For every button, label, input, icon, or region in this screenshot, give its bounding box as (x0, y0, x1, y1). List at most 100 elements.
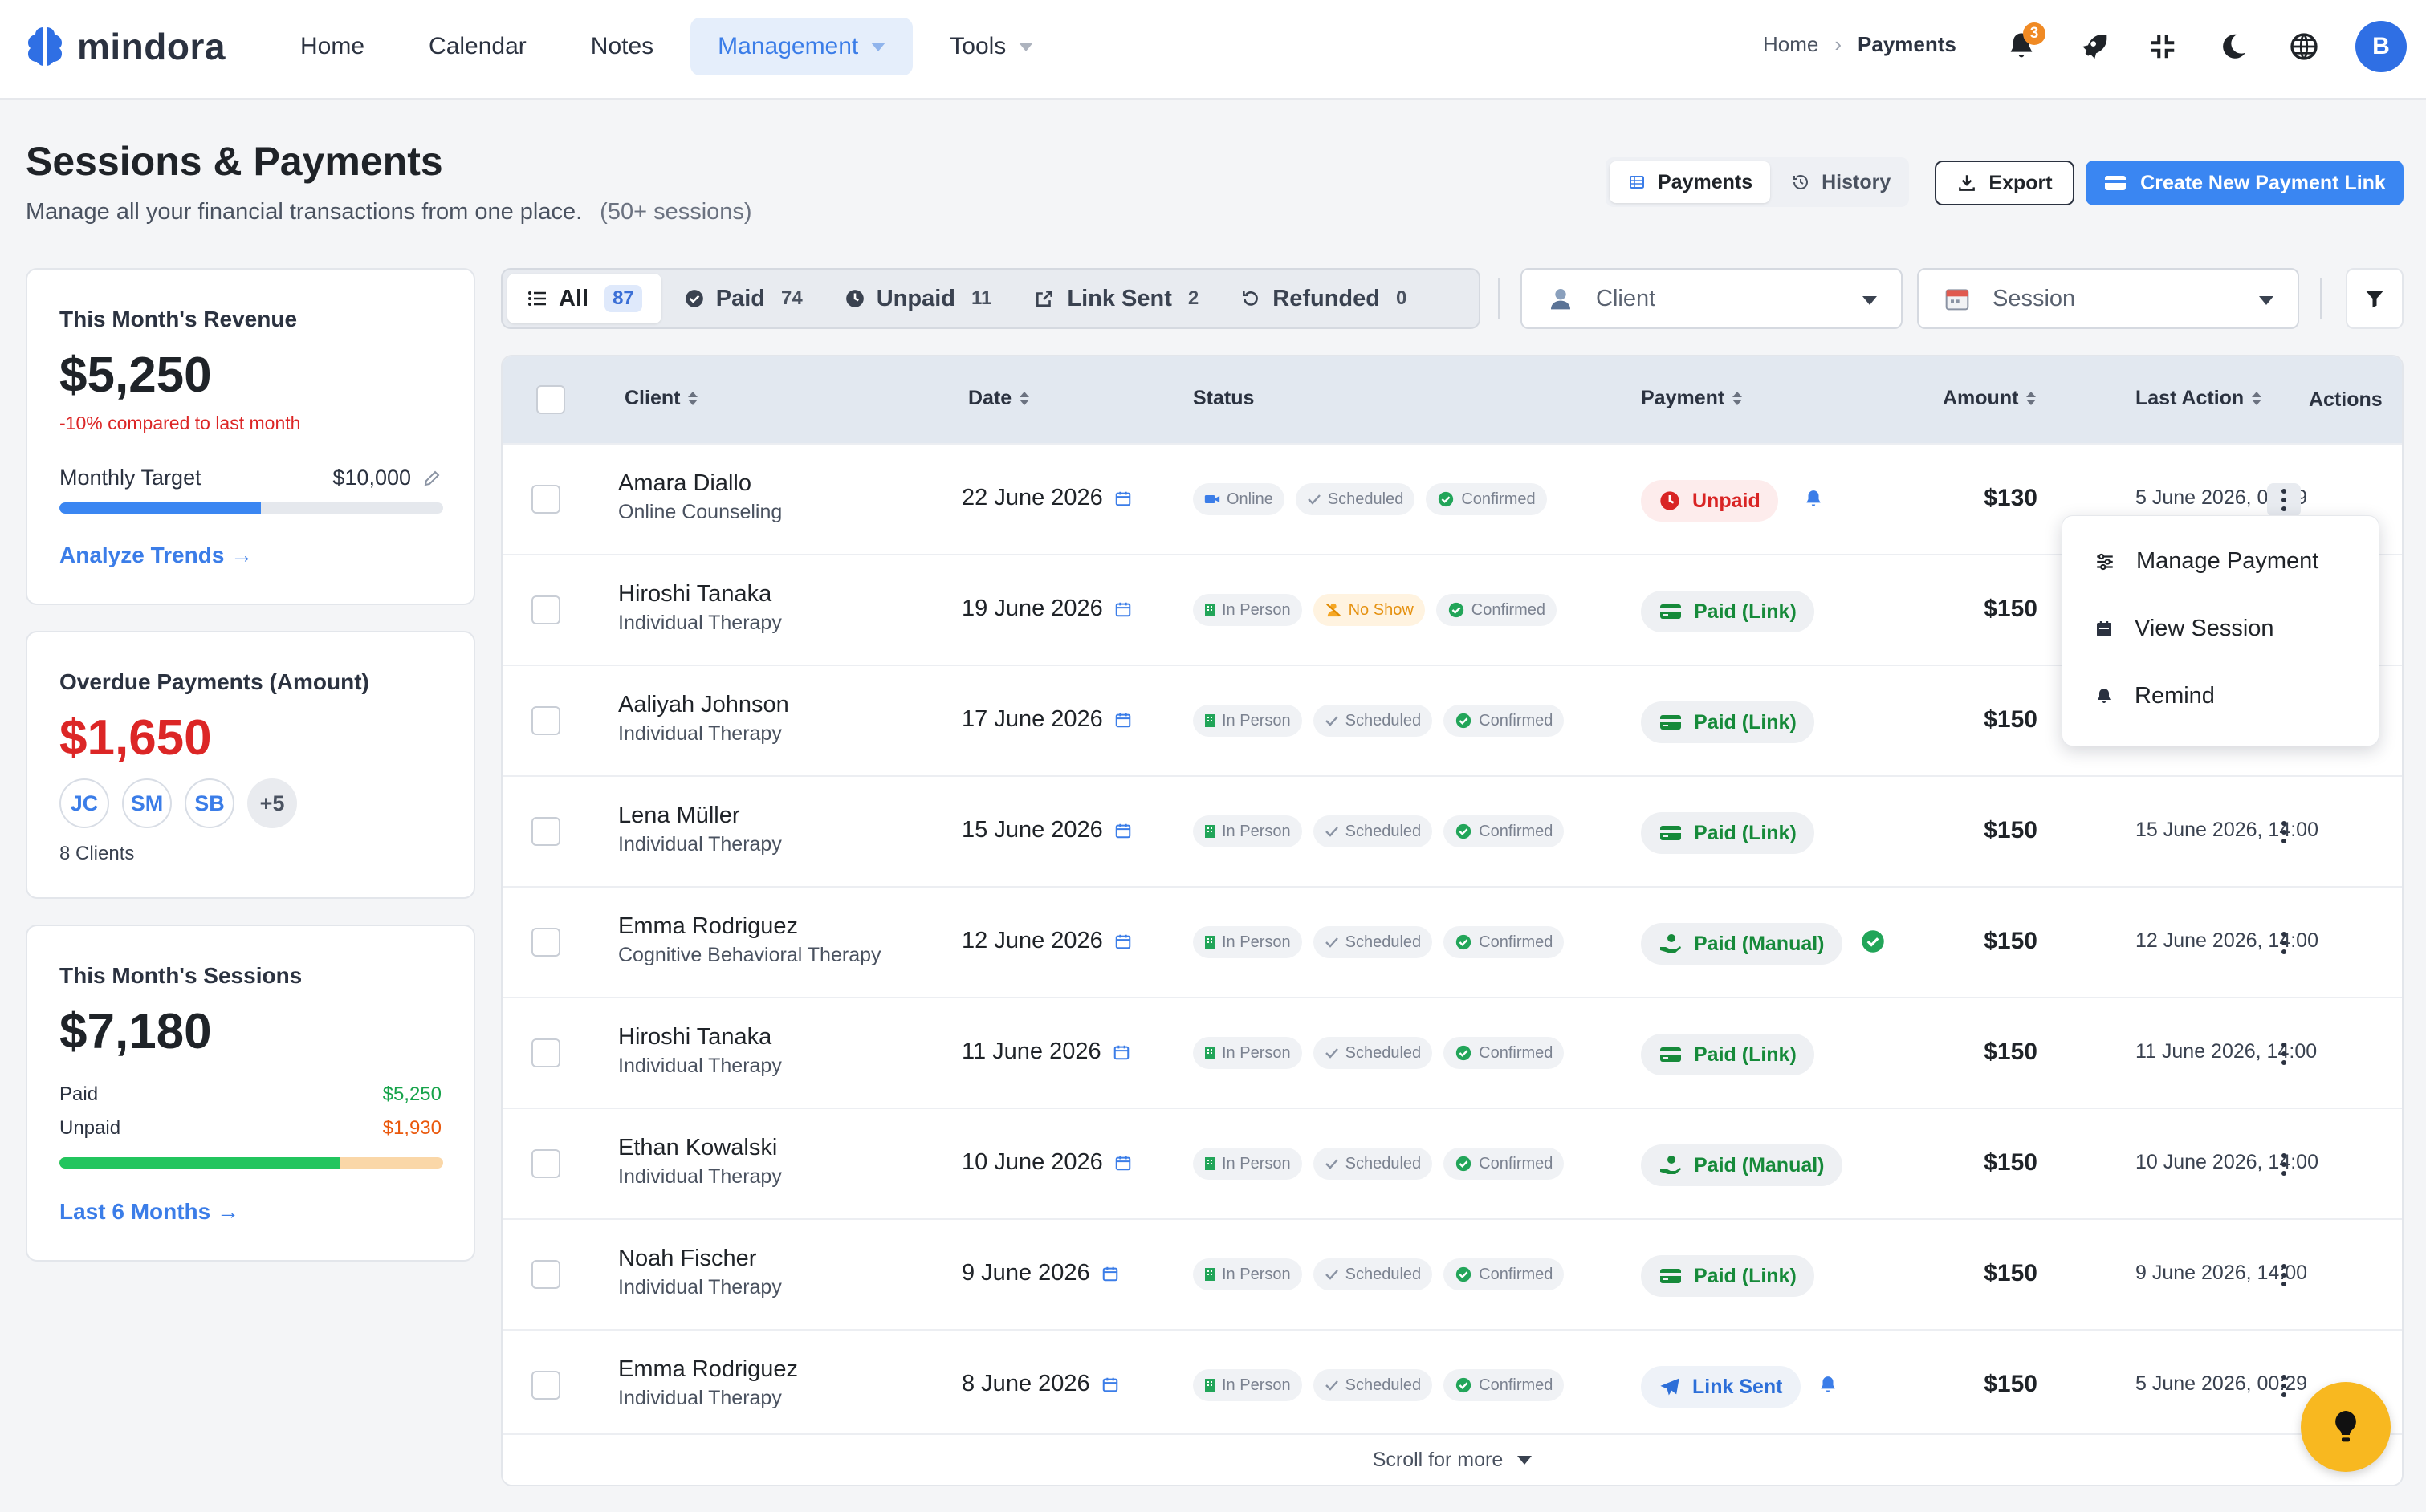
filter-link-sent-count: 2 (1187, 287, 1199, 309)
nav-management[interactable]: Management (690, 18, 914, 75)
row-actions-button[interactable] (2267, 815, 2301, 849)
col-amount[interactable]: Amount (1943, 387, 2037, 410)
payment-status-pill[interactable]: Paid (Link) (1641, 812, 1814, 854)
table-row[interactable]: Emma Rodriguez Cognitive Behavioral Thera… (503, 886, 2402, 997)
nav-home[interactable]: Home (273, 18, 392, 75)
col-date[interactable]: Date (968, 387, 1030, 410)
client-avatar[interactable]: SB (185, 778, 234, 828)
brand-logo[interactable]: mindora (24, 22, 226, 71)
client-name[interactable]: Amara Diallo (618, 470, 751, 497)
compress-button[interactable] (2143, 21, 2182, 72)
menu-view-session[interactable]: View Session (2094, 616, 2274, 642)
quick-launch-button[interactable] (2073, 21, 2111, 72)
session-select[interactable]: Session (1917, 268, 2299, 329)
client-name[interactable]: Aaliyah Johnson (618, 692, 789, 718)
col-client[interactable]: Client (625, 387, 698, 410)
payment-status-pill[interactable]: Link Sent (1641, 1366, 1801, 1408)
calendar-icon[interactable] (1114, 711, 1132, 729)
calendar-icon[interactable] (1114, 822, 1132, 839)
client-name[interactable]: Emma Rodriguez (618, 913, 798, 940)
row-actions-button[interactable] (2267, 1258, 2301, 1292)
calendar-icon[interactable] (1114, 490, 1132, 507)
row-checkbox[interactable] (531, 1260, 560, 1289)
client-name[interactable]: Lena Müller (618, 803, 740, 829)
nav-calendar-label: Calendar (429, 33, 527, 59)
nav-calendar[interactable]: Calendar (401, 18, 554, 75)
client-name[interactable]: Ethan Kowalski (618, 1135, 777, 1161)
export-button[interactable]: Export (1935, 161, 2074, 205)
filter-paid[interactable]: Paid 74 (665, 274, 822, 323)
last-six-months-link[interactable]: Last 6 Months → (59, 1199, 239, 1225)
reminder-bell-icon[interactable] (1803, 488, 1824, 510)
row-checkbox[interactable] (531, 485, 560, 514)
language-button[interactable] (2285, 21, 2323, 72)
col-last-action[interactable]: Last Action (2135, 387, 2262, 410)
payment-status-pill[interactable]: Paid (Manual) (1641, 1144, 1842, 1186)
row-actions-button[interactable] (2267, 926, 2301, 960)
row-checkbox[interactable] (531, 1149, 560, 1178)
undo-icon (1240, 288, 1261, 309)
sliders-icon (2094, 551, 2115, 572)
credit-card-icon (2103, 173, 2127, 193)
table-row[interactable]: Hiroshi Tanaka Individual Therapy 11 June … (503, 997, 2402, 1108)
col-payment[interactable]: Payment (1641, 387, 1743, 410)
reminder-bell-icon[interactable] (1817, 1374, 1838, 1396)
calendar-icon[interactable] (1101, 1376, 1119, 1393)
nav-tools[interactable]: Tools (922, 18, 1060, 75)
more-clients-chip[interactable]: +5 (247, 778, 297, 828)
payment-status-pill[interactable]: Paid (Manual) (1641, 923, 1842, 965)
payment-status-pill[interactable]: Unpaid (1641, 480, 1778, 522)
select-all-checkbox[interactable] (536, 385, 565, 414)
table-row[interactable]: Ethan Kowalski Individual Therapy 10 June … (503, 1108, 2402, 1218)
payments-view-button[interactable]: Payments (1610, 161, 1771, 203)
filter-unpaid[interactable]: Unpaid 11 (825, 274, 1012, 323)
dark-mode-toggle[interactable] (2214, 21, 2253, 72)
row-checkbox[interactable] (531, 1038, 560, 1067)
row-actions-button[interactable] (2267, 1037, 2301, 1071)
menu-manage-payment[interactable]: Manage Payment (2094, 548, 2318, 575)
notifications-button[interactable]: 3 (2002, 21, 2045, 72)
client-name[interactable]: Hiroshi Tanaka (618, 581, 771, 608)
calendar-icon[interactable] (1114, 933, 1132, 950)
user-avatar[interactable]: B (2355, 21, 2407, 72)
payment-status-pill[interactable]: Paid (Link) (1641, 1255, 1814, 1297)
analyze-trends-link[interactable]: Analyze Trends → (59, 543, 253, 568)
row-checkbox[interactable] (531, 817, 560, 846)
create-payment-link-button[interactable]: Create New Payment Link (2086, 161, 2404, 205)
payment-status-pill[interactable]: Paid (Link) (1641, 591, 1814, 632)
nav-notes[interactable]: Notes (564, 18, 681, 75)
table-row[interactable]: Noah Fischer Individual Therapy 9 June 202… (503, 1218, 2402, 1329)
calendar-icon[interactable] (1114, 600, 1132, 618)
client-name[interactable]: Hiroshi Tanaka (618, 1024, 771, 1051)
tips-button[interactable] (2301, 1382, 2391, 1472)
row-checkbox[interactable] (531, 928, 560, 957)
client-name[interactable]: Emma Rodriguez (618, 1356, 798, 1383)
client-avatar[interactable]: JC (59, 778, 109, 828)
filter-all[interactable]: All 87 (507, 274, 661, 323)
breadcrumb-home[interactable]: Home (1763, 32, 1818, 57)
payment-status-pill[interactable]: Paid (Link) (1641, 701, 1814, 743)
row-checkbox[interactable] (531, 706, 560, 735)
scroll-for-more[interactable]: Scroll for more (503, 1433, 2402, 1485)
calendar-icon[interactable] (1113, 1043, 1130, 1061)
advanced-filter-button[interactable] (2346, 268, 2404, 329)
monthly-target-value[interactable]: $10,000 (332, 465, 442, 490)
menu-remind[interactable]: Remind (2094, 683, 2215, 709)
client-select[interactable]: Client (1520, 268, 1903, 329)
client-name[interactable]: Noah Fischer (618, 1246, 756, 1272)
row-actions-button[interactable] (2267, 1148, 2301, 1181)
row-actions-button[interactable] (2267, 483, 2301, 517)
payment-status-pill[interactable]: Paid (Link) (1641, 1034, 1814, 1075)
client-avatar[interactable]: SM (122, 778, 172, 828)
calendar-icon[interactable] (1101, 1265, 1119, 1282)
calendar-icon[interactable] (1114, 1154, 1132, 1172)
table-row[interactable]: Lena Müller Individual Therapy 15 June 202… (503, 775, 2402, 886)
row-actions-button[interactable] (2267, 1369, 2301, 1403)
filter-link-sent[interactable]: Link Sent 2 (1014, 274, 1218, 323)
history-view-button[interactable]: History (1773, 161, 1908, 203)
row-checkbox[interactable] (531, 595, 560, 624)
row-checkbox[interactable] (531, 1371, 560, 1400)
table-row[interactable]: Emma Rodriguez Individual Therapy 8 June 2… (503, 1329, 2402, 1440)
filter-refunded[interactable]: Refunded 0 (1221, 274, 1426, 323)
check-icon (1325, 937, 1339, 948)
